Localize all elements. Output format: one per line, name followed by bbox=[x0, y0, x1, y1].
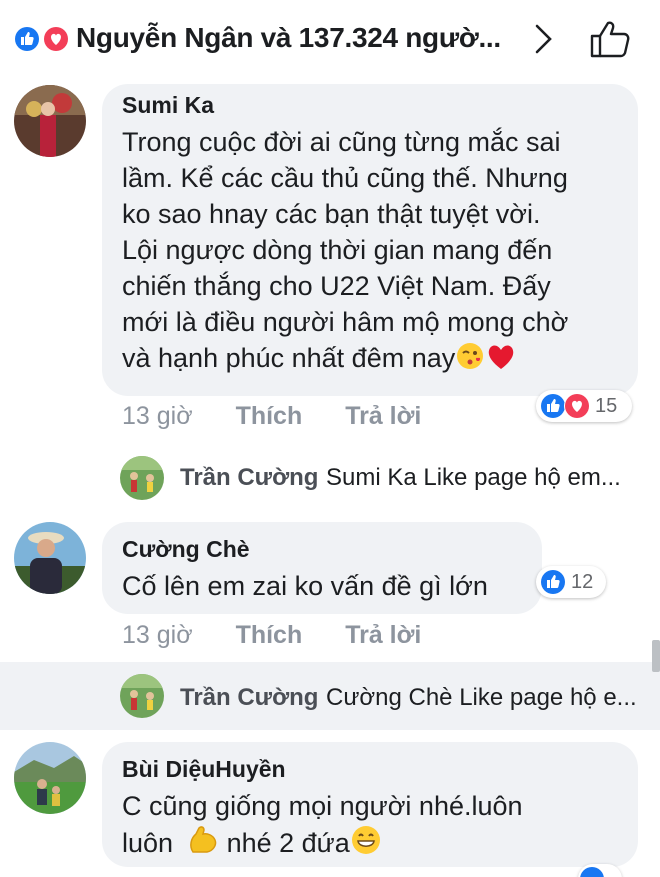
reply-text: Cường Chè Like page hộ e... bbox=[326, 684, 637, 711]
reactions-summary[interactable]: Nguyễn Ngân và 137.324 ngườ... bbox=[76, 22, 501, 54]
comment-line: luôn bbox=[122, 828, 174, 858]
like-love-reactions-icon bbox=[13, 25, 70, 53]
comment-line: và hạnh phúc nhất đêm nay bbox=[122, 343, 456, 373]
reply-comment-button[interactable]: Trả lời bbox=[345, 621, 421, 649]
comment-reactions[interactable] bbox=[578, 864, 622, 877]
reaction-count: 12 bbox=[571, 570, 594, 593]
comment-line: nhé 2 đứa bbox=[226, 828, 350, 858]
love-icon bbox=[564, 393, 590, 419]
reply-comment-button[interactable]: Trả lời bbox=[345, 402, 421, 430]
kiss-emoji-icon bbox=[457, 343, 484, 369]
reply-preview[interactable]: Trần Cường Sumi Ka Like page hộ em... bbox=[0, 444, 660, 508]
reply-author[interactable]: Trần Cường bbox=[180, 684, 318, 712]
comment-line: chiến thắng cho U22 Việt Nam. Đấy bbox=[122, 271, 551, 301]
comment-reactions[interactable]: 12 bbox=[536, 566, 606, 598]
avatar-cuong-che[interactable] bbox=[14, 522, 86, 594]
avatar-photo bbox=[120, 674, 164, 718]
comment-time[interactable]: 13 giờ bbox=[122, 402, 193, 430]
flexed-biceps-emoji-icon bbox=[189, 826, 216, 853]
like-comment-button[interactable]: Thích bbox=[236, 402, 303, 430]
comment-line: Cố lên em zai ko vấn đề gì lớn bbox=[122, 571, 488, 601]
avatar-photo bbox=[14, 85, 86, 157]
comment-line: lầm. Kể các cầu thủ cũng thế. Nhưng bbox=[122, 163, 568, 193]
like-comment-button[interactable]: Thích bbox=[236, 621, 303, 649]
avatar-photo bbox=[14, 522, 86, 594]
comment-line: Lội ngược dòng thời gian mang đến bbox=[122, 235, 553, 265]
reactions-header[interactable]: Nguyễn Ngân và 137.324 ngườ... bbox=[0, 0, 660, 80]
avatar-photo bbox=[14, 742, 86, 814]
reply-text: Sumi Ka Like page hộ em... bbox=[326, 464, 621, 491]
reply-preview[interactable]: Trần Cường Cường Chè Like page hộ e... bbox=[0, 662, 660, 730]
scrollbar-thumb[interactable] bbox=[652, 640, 660, 672]
comment-line: ko sao hnay các bạn thật tuyệt vời. bbox=[122, 199, 541, 229]
chevron-right-icon[interactable] bbox=[532, 22, 556, 56]
comment-actions: 13 giờ Thích Trả lời bbox=[122, 402, 421, 431]
reply-avatar[interactable] bbox=[120, 456, 164, 500]
comment-line: mới là điều người hâm mộ mong chờ bbox=[122, 307, 569, 337]
like-outline-icon[interactable] bbox=[588, 18, 632, 60]
comment-reactions[interactable]: 15 bbox=[536, 390, 632, 422]
red-heart-icon bbox=[489, 345, 514, 369]
comment-text: Cố lên em zai ko vấn đề gì lớn bbox=[122, 568, 542, 604]
comment-author[interactable]: Bùi DiệuHuyền bbox=[122, 756, 286, 783]
comment-author[interactable]: Cường Chè bbox=[122, 536, 250, 563]
avatar-sumi-ka[interactable] bbox=[14, 85, 86, 157]
avatar-photo bbox=[120, 456, 164, 500]
grinning-emoji-icon bbox=[351, 826, 380, 854]
comment-text: Trong cuộc đời ai cũng từng mắc sai lầm.… bbox=[122, 124, 632, 376]
comment-text: C cũng giống mọi người nhé.luôn luôn nhé… bbox=[122, 788, 622, 861]
like-icon bbox=[580, 867, 604, 877]
comment-line-last: và hạnh phúc nhất đêm nay bbox=[122, 340, 632, 376]
reply-avatar[interactable] bbox=[120, 674, 164, 718]
comment-time[interactable]: 13 giờ bbox=[122, 621, 193, 649]
comment-actions: 13 giờ Thích Trả lời bbox=[122, 621, 421, 650]
avatar-bui-dieu-huyen[interactable] bbox=[14, 742, 86, 814]
comment-line: C cũng giống mọi người nhé.luôn bbox=[122, 791, 523, 821]
comment-line: Trong cuộc đời ai cũng từng mắc sai bbox=[122, 127, 561, 157]
comment-line-2: luôn nhé 2 đứa bbox=[122, 824, 622, 861]
reply-author[interactable]: Trần Cường bbox=[180, 464, 318, 492]
comment-author[interactable]: Sumi Ka bbox=[122, 92, 214, 119]
like-icon bbox=[541, 570, 565, 594]
reaction-count: 15 bbox=[595, 394, 618, 417]
